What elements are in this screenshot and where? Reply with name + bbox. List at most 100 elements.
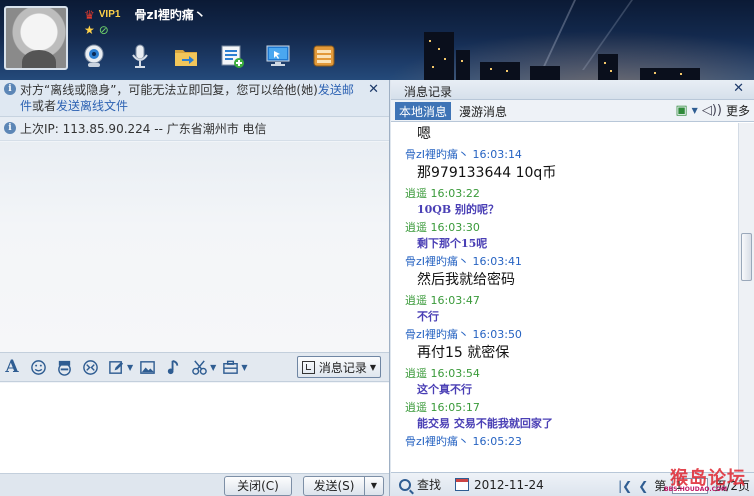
shake-icon (82, 359, 98, 375)
create-group-button[interactable] (216, 42, 248, 70)
star-icon: ★ (84, 23, 95, 37)
message-time: 16:03:30 (430, 221, 480, 234)
message-sender: 逍遥 (405, 187, 427, 200)
message-history-button[interactable]: 消息记录 ▼ (296, 356, 381, 378)
history-panel: 消息记录 ✕ 本地消息 漫游消息 ▣ ▼ ◁)) 更多 嗯骨zI裡旳痛丶 16:… (391, 80, 754, 496)
message-body: 然后我就给密码 (417, 272, 515, 288)
message-time: 16:03:47 (430, 294, 480, 307)
message-sender: 骨zI裡旳痛丶 (405, 328, 470, 341)
chevron-down-icon[interactable]: ▼ (241, 363, 247, 372)
message-header: 逍遥 16:03:47 (405, 293, 738, 308)
history-title: 消息记录 (404, 85, 453, 99)
briefcase-icon (222, 360, 238, 374)
message-sender: 逍遥 (405, 221, 427, 234)
chevron-down-icon[interactable]: ▼ (692, 106, 698, 115)
message-sender: 骨zI裡旳痛丶 (405, 255, 470, 268)
send-options-dropdown[interactable]: ▼ (364, 476, 384, 496)
magic-expression-button[interactable] (54, 357, 74, 377)
message-sender: 骨zI裡旳痛丶 (405, 148, 470, 161)
notice-text-or: 或者 (32, 99, 57, 113)
prev-page-icon[interactable]: ❮ (638, 479, 648, 493)
screenshot-button[interactable] (189, 357, 209, 377)
send-bar: 关闭(C) 发送(S) ▼ (0, 473, 389, 496)
avatar[interactable] (4, 6, 68, 70)
more-button[interactable]: 更多 (726, 102, 750, 119)
tab-roaming-messages[interactable]: 漫游消息 (455, 102, 511, 120)
message-header: 骨zI裡旳痛丶 16:05:23 (405, 434, 738, 449)
edit-icon (108, 360, 123, 374)
watermark-logo: 猴岛论坛 BBS.HOUDAO.COM (664, 464, 746, 493)
search-icon[interactable] (399, 478, 411, 491)
skyline-building (598, 54, 618, 80)
chat-toolbar (78, 42, 354, 70)
message-body: 嗯 (417, 126, 431, 142)
qzone-icon[interactable]: ⊘ (99, 23, 109, 37)
send-offline-file-link[interactable]: 发送离线文件 (56, 99, 128, 113)
send-file-button[interactable] (170, 42, 202, 70)
send-image-button[interactable] (137, 357, 157, 377)
send-email-link-cont[interactable]: 件 (20, 99, 32, 113)
message-body: 那979133644 10q币 (417, 165, 557, 181)
skyline-building (640, 68, 700, 80)
font-icon: A (5, 357, 19, 377)
message-header: 逍遥 16:03:30 (405, 220, 738, 235)
message-header: 骨zI裡旳痛丶 16:03:14 (405, 147, 738, 162)
message-body: 10QB 别的呢？ (417, 203, 500, 216)
speaker-icon[interactable]: ◁)) (702, 103, 722, 118)
video-call-button[interactable] (78, 42, 110, 70)
chevron-down-icon[interactable]: ▼ (210, 363, 216, 372)
status-icons: ★ ⊘ (84, 23, 109, 37)
emoji-button[interactable] (28, 357, 48, 377)
tab-local-messages[interactable]: 本地消息 (395, 102, 452, 120)
calendar-icon[interactable] (455, 478, 470, 491)
image-icon (139, 360, 155, 374)
message-header: 骨zI裡旳痛丶 16:03:41 (405, 254, 738, 269)
contact-nickname: 骨zI裡旳痛丶 (134, 8, 206, 22)
message-time: 16:03:41 (472, 255, 522, 268)
font-button[interactable]: A (2, 357, 22, 377)
message-display-area[interactable] (0, 142, 389, 352)
chevron-down-icon[interactable]: ▼ (127, 363, 133, 372)
skyline-building (424, 32, 454, 80)
message-header: 骨zI裡旳痛丶 16:03:50 (405, 327, 738, 342)
app-box-button[interactable] (308, 42, 340, 70)
message-body: 能交易 交易不能我就回家了 (417, 417, 553, 430)
export-icon[interactable]: ▣ (675, 103, 687, 118)
skyline-building (456, 50, 470, 80)
message-time: 16:03:50 (472, 328, 522, 341)
remote-assist-button[interactable] (262, 42, 294, 70)
send-button[interactable]: 发送(S) (303, 476, 365, 496)
microphone-icon (132, 44, 148, 68)
history-scrollbar[interactable] (738, 123, 754, 472)
close-icon[interactable]: ✕ (733, 81, 744, 96)
message-time: 16:03:14 (472, 148, 522, 161)
close-icon[interactable]: ✕ (368, 82, 379, 98)
history-icon (301, 360, 315, 374)
close-button[interactable]: 关闭(C) (224, 476, 292, 496)
toolbox-button[interactable] (220, 357, 240, 377)
message-sender: 骨zI裡旳痛丶 (405, 435, 470, 448)
message-input[interactable] (0, 383, 389, 473)
message-header: 逍遥 16:03:22 (405, 186, 738, 201)
doodle-button[interactable] (106, 357, 126, 377)
shake-window-button[interactable] (80, 357, 100, 377)
send-email-link[interactable]: 发送邮 (318, 83, 354, 97)
list-add-icon (221, 45, 244, 68)
info-icon: i (4, 83, 16, 95)
history-tools: ▣ ▼ ◁)) 更多 (675, 102, 750, 119)
last-ip-text: 上次IP: 113.85.90.224 -- 广东省潮州市 电信 (20, 122, 267, 136)
search-button[interactable]: 查找 (417, 476, 441, 493)
message-header: 逍遥 16:05:17 (405, 400, 738, 415)
message-time: 16:05:23 (472, 435, 522, 448)
vip-badge: ♛ VIP1 骨zI裡旳痛丶 (84, 6, 206, 23)
voice-call-button[interactable] (124, 42, 156, 70)
magic-face-icon (57, 360, 71, 376)
watermark-url: BBS.HOUDAO.COM (664, 486, 728, 493)
history-message-list[interactable]: 嗯骨zI裡旳痛丶 16:03:14 那979133644 10q币逍遥 16:03… (391, 123, 738, 472)
date-picker[interactable]: 2012-11-24 (474, 478, 544, 492)
offline-notice: i 对方“离线或隐身”，可能无法立即回复，您可以给他(她)发送邮 件或者发送离线… (0, 80, 389, 117)
scrollbar-thumb[interactable] (741, 233, 752, 281)
first-page-icon[interactable]: |❮ (618, 479, 632, 493)
music-button[interactable] (163, 357, 183, 377)
history-tabs: 本地消息 漫游消息 ▣ ▼ ◁)) 更多 (391, 100, 754, 122)
